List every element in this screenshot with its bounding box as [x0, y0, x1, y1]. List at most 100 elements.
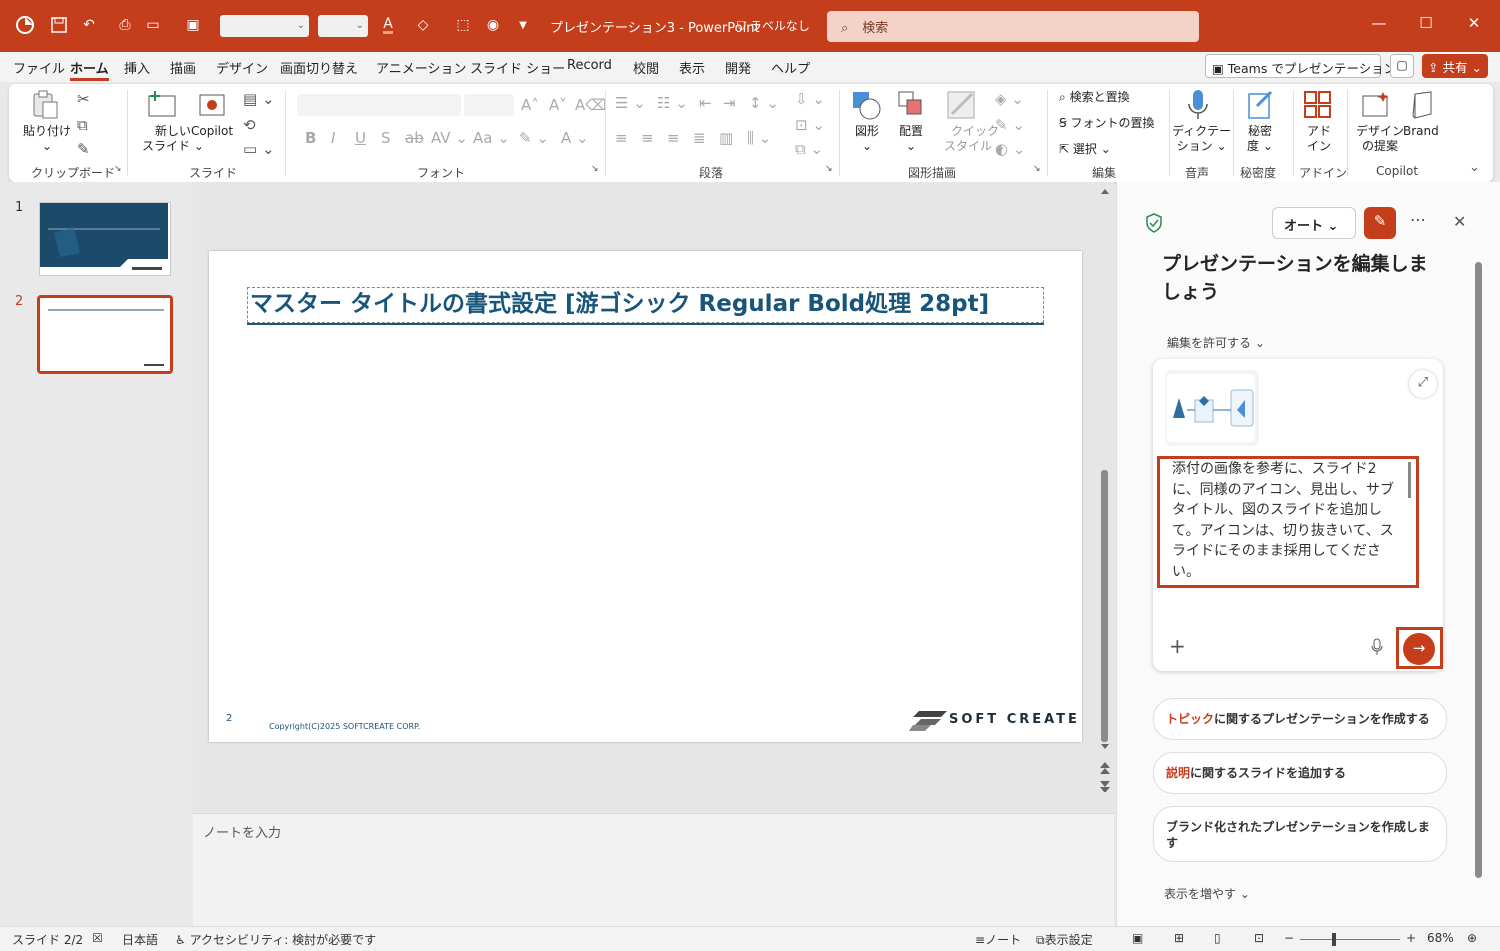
font-size-dropdown[interactable]: ⌄: [318, 15, 368, 37]
align-right-icon[interactable]: ≡: [667, 129, 680, 147]
teams-present-button[interactable]: ▣ Teams でプレゼンテーション: [1205, 54, 1396, 78]
grow-font-icon[interactable]: A˄: [521, 96, 539, 114]
tab-slideshow[interactable]: スライド ショー: [470, 58, 565, 77]
clipboard-launcher-icon[interactable]: ↘: [114, 164, 122, 174]
text-scrollbar[interactable]: [1408, 462, 1411, 498]
cut-icon[interactable]: ✂: [77, 90, 90, 108]
font-launcher-icon[interactable]: ↘: [591, 164, 599, 174]
zoom-out-icon[interactable]: −: [1284, 931, 1294, 945]
arrange-icon[interactable]: [897, 90, 925, 118]
shape-outline-icon[interactable]: ✎ ⌄: [995, 116, 1025, 134]
slideshow-icon[interactable]: ⊡: [1254, 931, 1264, 945]
allow-edit-dropdown[interactable]: 編集を許可する ⌄: [1167, 334, 1265, 351]
slide-thumbnail-2[interactable]: [37, 295, 173, 374]
record-icon[interactable]: ◉: [482, 14, 504, 36]
sensitivity-icon[interactable]: [1247, 90, 1275, 119]
ribbon-collapse-icon[interactable]: ⌄: [1469, 160, 1480, 175]
tab-file[interactable]: ファイル: [13, 58, 65, 77]
align-text-icon[interactable]: ⊡ ⌄: [795, 116, 825, 134]
comments-icon[interactable]: ▢: [1390, 54, 1414, 78]
strikethrough-icon[interactable]: ab: [405, 129, 424, 147]
reading-view-icon[interactable]: ▯: [1214, 931, 1221, 945]
brand-icon[interactable]: [1409, 90, 1437, 119]
notes-pane[interactable]: ノートを入力: [193, 813, 1114, 926]
tab-draw[interactable]: 描画: [170, 58, 196, 77]
shapes-icon[interactable]: ◇: [412, 14, 434, 36]
decrease-indent-icon[interactable]: ⇤: [699, 94, 712, 112]
suggestion-add-slide[interactable]: 説明に関するスライドを追加する: [1153, 752, 1447, 794]
show-more-link[interactable]: 表示を増やす ⌄: [1164, 885, 1250, 902]
font-name-box[interactable]: [297, 94, 461, 116]
expand-icon[interactable]: ⤢: [1409, 370, 1437, 398]
microphone-icon[interactable]: [1185, 88, 1213, 119]
shape-fill-icon[interactable]: ◈ ⌄: [995, 90, 1024, 108]
underline-icon[interactable]: U: [355, 129, 366, 147]
font-color-icon[interactable]: A: [377, 14, 399, 36]
close-pane-icon[interactable]: ✕: [1453, 212, 1466, 231]
share-button[interactable]: ⇪ 共有 ⌄: [1422, 54, 1488, 78]
customize-icon[interactable]: ▼: [512, 14, 534, 36]
new-slide-icon[interactable]: [147, 90, 176, 118]
spacing-icon[interactable]: AV ⌄: [431, 129, 468, 147]
designer-button[interactable]: デザイン の提案: [1356, 124, 1404, 154]
add-attachment-icon[interactable]: +: [1169, 634, 1186, 658]
dictate-button[interactable]: ディクテー ション ⌄: [1172, 124, 1231, 154]
change-case-icon[interactable]: Aa ⌄: [473, 129, 510, 147]
copy-icon[interactable]: ⧉: [77, 116, 88, 134]
notes-toggle[interactable]: ≡ノート: [975, 931, 1021, 948]
designer-icon[interactable]: [1361, 90, 1389, 118]
undo-icon[interactable]: ↶: [78, 14, 100, 36]
align-center-icon[interactable]: ≡: [641, 129, 654, 147]
section-icon[interactable]: ▭ ⌄: [243, 140, 275, 158]
slide-sorter-icon[interactable]: ⊞: [1174, 931, 1184, 945]
layout-icon[interactable]: ▤ ⌄: [243, 90, 275, 108]
save-icon[interactable]: [48, 14, 70, 36]
zoom-slider-thumb[interactable]: [1332, 933, 1336, 946]
italic-icon[interactable]: I: [331, 129, 335, 147]
tab-transitions[interactable]: 画面切り替え: [280, 58, 358, 77]
justify-icon[interactable]: ≣: [693, 129, 706, 147]
maximize-icon[interactable]: ☐: [1414, 14, 1438, 32]
zoom-level[interactable]: 68%: [1427, 931, 1454, 945]
crop-icon[interactable]: ⬚: [452, 14, 474, 36]
shapes-button[interactable]: 図形 ⌄: [855, 124, 879, 154]
slide[interactable]: マスター タイトルの書式設定 [游ゴシック Regular Bold処理 28p…: [209, 251, 1082, 742]
tab-insert[interactable]: 挿入: [124, 58, 150, 77]
normal-view-icon[interactable]: ▣: [1132, 931, 1143, 945]
format-painter-icon[interactable]: ✎: [77, 140, 90, 158]
layout-icon[interactable]: ▭: [142, 14, 164, 36]
drawing-launcher-icon[interactable]: ↘: [1033, 164, 1041, 174]
numbering-icon[interactable]: ☷ ⌄: [657, 94, 688, 112]
copilot-prompt-input[interactable]: 添付の画像を参考に、スライド2に、同様のアイコン、見出し、サブタイトル、図のスラ…: [1157, 456, 1419, 588]
tab-record[interactable]: Record: [567, 58, 612, 73]
smartart-icon[interactable]: ⧉ ⌄: [795, 140, 823, 158]
arrange-button[interactable]: 配置 ⌄: [899, 124, 923, 154]
tab-animations[interactable]: アニメーション: [376, 58, 466, 77]
paste-icon[interactable]: [31, 90, 59, 119]
tab-design[interactable]: デザイン: [216, 58, 268, 77]
zoom-slider[interactable]: [1300, 933, 1400, 946]
select-button[interactable]: ⇱ 選択 ⌄: [1059, 142, 1111, 157]
language-indicator[interactable]: 日本語: [122, 931, 158, 948]
new-chat-icon[interactable]: ✎: [1364, 207, 1396, 239]
search-box[interactable]: ⌕ 検索: [827, 11, 1199, 42]
tab-review[interactable]: 校閲: [633, 58, 659, 77]
highlight-icon[interactable]: ✎ ⌄: [519, 129, 549, 147]
align-left-icon[interactable]: ≡: [615, 129, 628, 147]
tab-home[interactable]: ホーム: [70, 58, 109, 81]
copilot-scrollbar[interactable]: [1475, 262, 1482, 878]
copilot-button[interactable]: Copilot: [191, 124, 233, 139]
shapes-icon[interactable]: [851, 90, 881, 120]
tab-help[interactable]: ヘルプ: [771, 58, 810, 77]
text-color-icon[interactable]: A ⌄: [561, 129, 589, 147]
zoom-in-icon[interactable]: +: [1406, 931, 1416, 945]
find-replace-button[interactable]: ⌕ 検索と置換: [1059, 90, 1130, 105]
font-name-dropdown[interactable]: ⌄: [220, 15, 309, 37]
distributed-icon[interactable]: ▥: [719, 129, 733, 147]
columns-icon[interactable]: ⫼ ⌄: [747, 129, 771, 147]
shape-effects-icon[interactable]: ◐ ⌄: [995, 140, 1025, 158]
slide-thumbnail-1[interactable]: [39, 202, 171, 276]
quick-styles-icon[interactable]: [946, 90, 975, 119]
canvas-scrollbar[interactable]: [1097, 186, 1113, 793]
send-icon[interactable]: →: [1403, 633, 1435, 665]
